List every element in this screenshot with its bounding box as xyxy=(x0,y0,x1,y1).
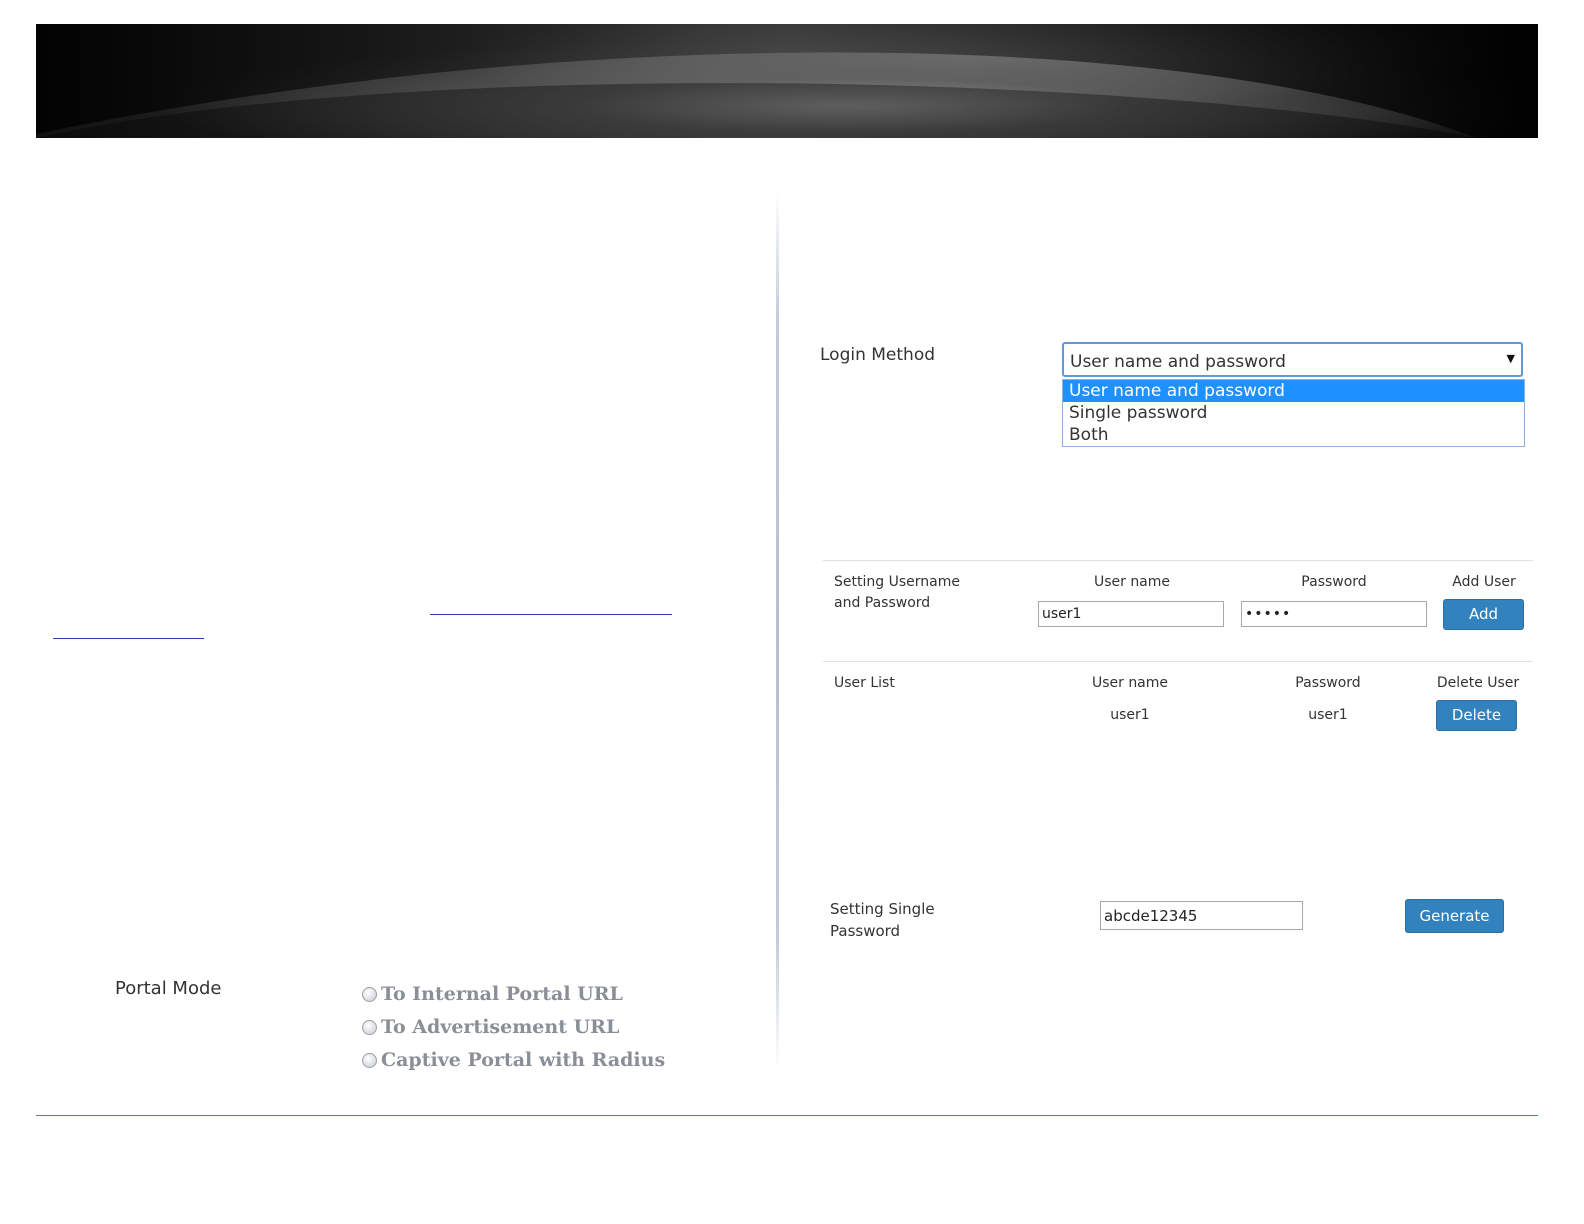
hyperlink-underline[interactable] xyxy=(53,638,204,639)
login-method-dropdown: User name and password Single password B… xyxy=(1062,379,1525,447)
radio-label: To Internal Portal URL xyxy=(381,982,623,1005)
header-banner xyxy=(36,24,1538,138)
footer-rule xyxy=(36,1115,1538,1116)
add-user-column-header: Add User xyxy=(1452,574,1516,590)
radio-internal-portal-url[interactable]: To Internal Portal URL xyxy=(362,977,665,1010)
delete-user-button[interactable]: Delete xyxy=(1436,700,1517,731)
user-list-password-header: Password xyxy=(1295,675,1361,691)
radio-label: Captive Portal with Radius xyxy=(381,1048,666,1071)
user-list-row-password: user1 xyxy=(1308,707,1348,723)
dropdown-arrow-icon[interactable]: ▼ xyxy=(1507,352,1515,365)
password-input[interactable] xyxy=(1241,601,1427,627)
dropdown-option-single-password[interactable]: Single password xyxy=(1063,402,1524,424)
banner-swoosh xyxy=(36,24,1538,138)
username-input[interactable] xyxy=(1038,601,1224,627)
single-password-input[interactable] xyxy=(1100,901,1303,930)
setting-username-password-label: Setting Username and Password xyxy=(834,574,960,611)
radio-captive-portal-radius[interactable]: Captive Portal with Radius xyxy=(362,1043,665,1076)
user-list-row-username: user1 xyxy=(1110,707,1150,723)
radio-label: To Advertisement URL xyxy=(381,1015,620,1038)
username-column-header: User name xyxy=(1093,574,1171,590)
section-divider xyxy=(823,560,1533,561)
portal-mode-options: To Internal Portal URL To Advertisement … xyxy=(362,977,665,1076)
user-list-label: User List xyxy=(834,675,895,691)
generate-password-button[interactable]: Generate xyxy=(1405,899,1504,933)
section-divider xyxy=(823,661,1533,662)
login-method-select[interactable]: User name and password ▼ xyxy=(1062,342,1523,377)
user-list-username-header: User name xyxy=(1091,675,1169,691)
column-divider xyxy=(776,190,779,1070)
password-column-header: Password xyxy=(1301,574,1367,590)
dropdown-option-both[interactable]: Both xyxy=(1063,424,1524,446)
delete-user-column-header: Delete User xyxy=(1436,675,1520,691)
add-user-button[interactable]: Add xyxy=(1443,599,1524,630)
radio-advertisement-url[interactable]: To Advertisement URL xyxy=(362,1010,665,1043)
login-method-selected-value: User name and password xyxy=(1070,352,1286,372)
dropdown-option-username-password[interactable]: User name and password xyxy=(1063,380,1524,402)
radio-icon[interactable] xyxy=(362,1019,377,1035)
portal-mode-label: Portal Mode xyxy=(115,978,222,999)
hyperlink-underline[interactable] xyxy=(430,614,672,615)
login-method-label: Login Method xyxy=(820,345,936,365)
radio-icon[interactable] xyxy=(362,986,377,1002)
setting-single-password-label: Setting Single Password xyxy=(830,900,935,940)
radio-icon[interactable] xyxy=(362,1052,377,1068)
